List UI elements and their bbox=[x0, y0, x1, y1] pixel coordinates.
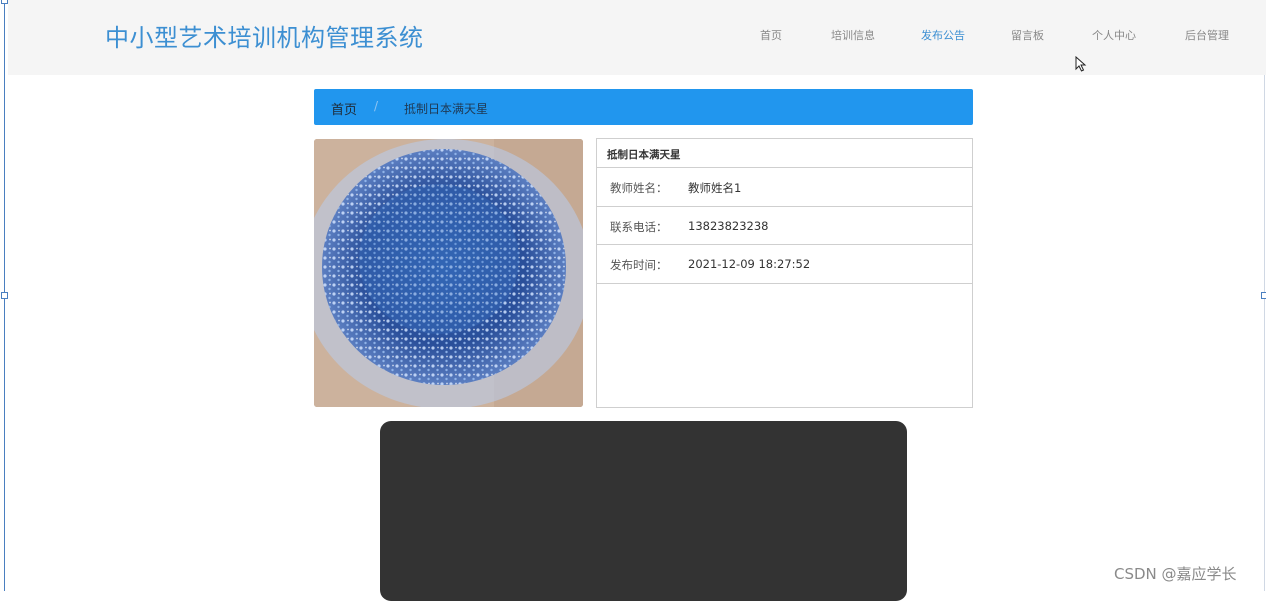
detail-value: 13823823238 bbox=[688, 218, 769, 233]
detail-row-publish-time: 发布时间： 2021-12-09 18:27:52 bbox=[597, 245, 972, 284]
blue-gypsophila-bouquet-image bbox=[314, 139, 583, 407]
nav-item-home[interactable]: 首页 bbox=[760, 27, 782, 43]
resize-handle-left[interactable] bbox=[1, 292, 8, 299]
nav-item-message-board[interactable]: 留言板 bbox=[1011, 27, 1044, 43]
nav-item-announcements[interactable]: 发布公告 bbox=[921, 27, 965, 43]
breadcrumb-separator: / bbox=[374, 99, 379, 113]
detail-label: 联系电话： bbox=[610, 219, 668, 234]
notice-image bbox=[314, 139, 583, 407]
breadcrumb: 首页 / 抵制日本满天星 bbox=[314, 89, 973, 125]
detail-value: 2021-12-09 18:27:52 bbox=[688, 257, 811, 271]
notice-content-box bbox=[380, 421, 907, 601]
notice-detail-panel: 抵制日本满天星 教师姓名： 教师姓名1 联系电话： 13823823238 发布… bbox=[596, 138, 973, 408]
detail-row-teacher-name: 教师姓名： 教师姓名1 bbox=[597, 168, 972, 207]
nav-item-admin[interactable]: 后台管理 bbox=[1185, 27, 1229, 43]
breadcrumb-home-link[interactable]: 首页 bbox=[331, 99, 357, 118]
nav-item-training-info[interactable]: 培训信息 bbox=[831, 27, 875, 43]
detail-value: 教师姓名1 bbox=[688, 181, 742, 195]
detail-label: 发布时间： bbox=[610, 258, 668, 272]
resize-handle-top-left[interactable] bbox=[1, 0, 8, 4]
detail-label: 教师姓名： bbox=[610, 181, 668, 195]
nav-item-personal-center[interactable]: 个人中心 bbox=[1092, 27, 1136, 43]
main-nav: 首页 培训信息 发布公告 留言板 个人中心 后台管理 bbox=[8, 27, 1266, 47]
mouse-cursor-icon bbox=[1075, 56, 1087, 72]
notice-title: 抵制日本满天星 bbox=[597, 139, 972, 168]
breadcrumb-current: 抵制日本满天星 bbox=[404, 102, 489, 116]
csdn-watermark: CSDN @嘉应学长 bbox=[1114, 565, 1237, 583]
detail-row-phone: 联系电话： 13823823238 bbox=[597, 207, 972, 245]
resize-handle-right[interactable] bbox=[1261, 292, 1266, 299]
